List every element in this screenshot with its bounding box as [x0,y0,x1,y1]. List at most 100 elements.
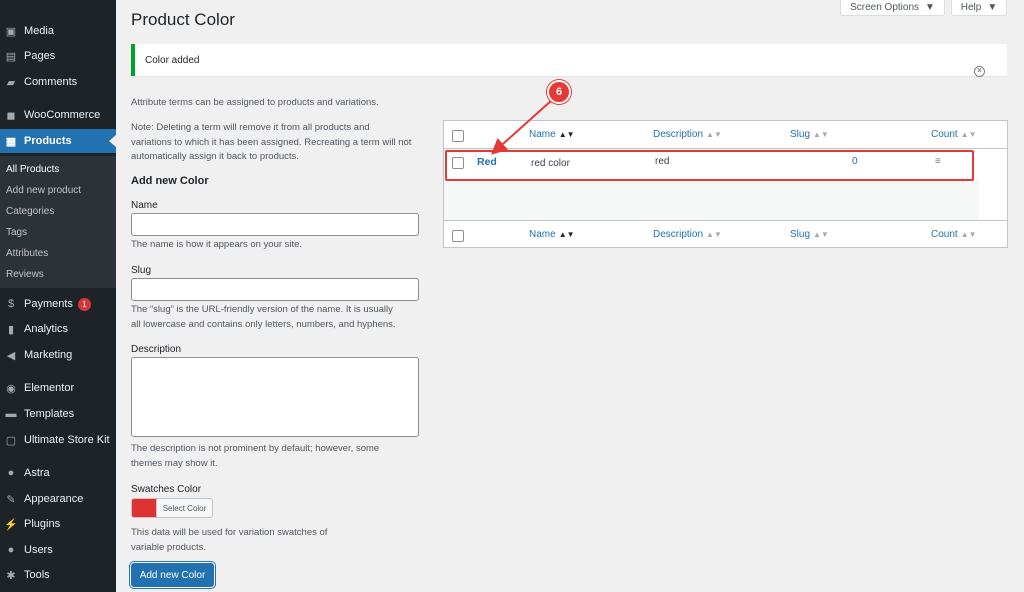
help-label: Help [960,2,982,13]
appearance-icon: ✎ [6,493,16,506]
terms-table: Name ▲▼ Description ▲▼ Slug ▲▼ Count ▲▼ Red … [443,120,1008,248]
note-line-2: variations to which it has been assigned… [131,136,412,148]
submenu-reviews[interactable]: Reviews [6,269,44,280]
menu-label: Appearance [24,493,84,505]
submenu-tags[interactable]: Tags [6,227,27,238]
templates-icon: ▬ [5,408,17,420]
note-line-3: automatically assign it back to products… [131,151,299,162]
menu-label: Templates [24,408,75,420]
sort-icon: ▲▼ [706,130,722,139]
products-icon: ▦ [5,135,17,148]
menu-elementor[interactable]: ◉ Elementor [0,376,116,400]
menu-label: Elementor [24,382,75,394]
menu-products[interactable]: ▦ Products [0,129,116,153]
column-slug-label: Slug [790,229,811,240]
menu-label: Plugins [24,518,61,530]
menu-comments[interactable]: ▰ Comments [0,70,116,94]
table-footer: Name ▲▼ Description ▲▼ Slug ▲▼ Count ▲▼ [444,220,1007,248]
menu-label: Comments [24,76,78,88]
note-line-1: Note: Deleting a term will remove it fro… [131,122,370,133]
dismiss-notice-icon[interactable]: × [974,66,985,77]
menu-label: Payments [24,298,73,310]
products-submenu: All Products Add new product Categories … [0,156,116,288]
users-icon: ● [7,544,15,556]
description-textarea[interactable] [131,357,419,437]
media-icon: ▣ [5,25,17,38]
menu-analytics[interactable]: ▮ Analytics [0,317,116,341]
menu-payments[interactable]: $ Payments 1 [0,292,116,316]
color-swatch [132,499,156,517]
menu-marketing[interactable]: ◀ Marketing [0,343,116,367]
menu-users[interactable]: ● Users [0,538,116,562]
column-description[interactable]: Description ▲▼ [653,229,722,240]
submenu-all-products[interactable]: All Products [6,164,59,175]
screen-options-button[interactable]: Screen Options ▼ [840,0,945,16]
menu-tools[interactable]: ✱ Tools [0,563,116,587]
marketing-icon: ◀ [6,349,16,362]
column-count-label: Count [931,129,958,140]
swatches-help-line-1: This data will be used for variation swa… [131,527,328,538]
column-slug[interactable]: Slug ▲▼ [790,129,829,140]
menu-templates[interactable]: ▬ Templates [0,402,116,426]
description-help-line-1: The description is not prominent by defa… [131,443,380,454]
astra-icon: ● [7,467,15,479]
column-slug-label: Slug [790,129,811,140]
row-highlight-box [445,150,974,181]
menu-label: WooCommerce [24,109,101,121]
sort-icon: ▲▼ [706,230,722,239]
column-description-label: Description [653,229,704,240]
elementor-icon: ◉ [6,382,16,395]
column-count-label: Count [931,229,958,240]
color-picker[interactable]: Select Color [131,498,213,518]
sort-icon: ▲▼ [813,230,829,239]
menu-woocommerce[interactable]: ◼ WooCommerce [0,103,116,127]
caret-down-icon: ▼ [925,2,935,13]
add-new-color-button[interactable]: Add new Color [131,563,214,587]
select-all-checkbox[interactable] [452,130,464,142]
sort-icon: ▲▼ [558,130,575,139]
menu-label: Pages [24,50,56,62]
page-title: Product Color [131,10,235,29]
column-description[interactable]: Description ▲▼ [653,129,722,140]
sort-icon: ▲▼ [558,230,575,239]
menu-pages[interactable]: ▤ Pages [0,44,116,68]
description-label: Description [131,344,182,355]
swatches-help-line-2: variable products. [131,541,206,553]
column-slug[interactable]: Slug ▲▼ [790,229,829,240]
help-button[interactable]: Help ▼ [951,0,1007,16]
slug-help-line-1: The “slug” is the URL-friendly version o… [131,304,393,315]
menu-label: Analytics [24,323,69,335]
column-count[interactable]: Count ▲▼ [931,129,977,140]
plugins-icon: ⚡ [4,518,18,531]
pages-icon: ▤ [5,50,17,63]
column-count[interactable]: Count ▲▼ [931,229,977,240]
menu-label: Users [24,544,53,556]
menu-ultimate-store-kit[interactable]: ▢ Ultimate Store Kit [0,428,116,452]
submenu-categories[interactable]: Categories [6,206,54,217]
submenu-attributes[interactable]: Attributes [6,248,48,259]
menu-appearance[interactable]: ✎ Appearance [0,487,116,511]
column-description-label: Description [653,129,704,140]
column-name[interactable]: Name ▲▼ [529,229,575,240]
menu-label: Media [24,25,54,37]
payments-icon: $ [7,298,15,310]
column-name[interactable]: Name ▲▼ [529,129,575,140]
swatches-label: Swatches Color [131,484,202,495]
notice-text: Color added [145,55,200,66]
store-kit-icon: ▢ [5,434,17,447]
select-color-button[interactable]: Select Color [156,499,212,517]
caret-down-icon: ▼ [987,2,998,13]
slug-input[interactable] [131,278,419,301]
menu-astra[interactable]: ● Astra [0,461,116,485]
menu-media[interactable]: ▣ Media [0,19,116,43]
intro-text: Attribute terms can be assigned to produ… [131,97,379,108]
column-name-label: Name [529,229,556,240]
slug-label: Slug [131,265,152,276]
menu-label: Products [24,135,72,147]
name-input[interactable] [131,213,419,236]
select-all-checkbox-footer[interactable] [452,230,464,242]
menu-plugins[interactable]: ⚡ Plugins [0,512,116,536]
comments-icon: ▰ [6,76,16,89]
submenu-add-new-product[interactable]: Add new product [6,185,81,196]
sort-icon: ▲▼ [813,130,829,139]
